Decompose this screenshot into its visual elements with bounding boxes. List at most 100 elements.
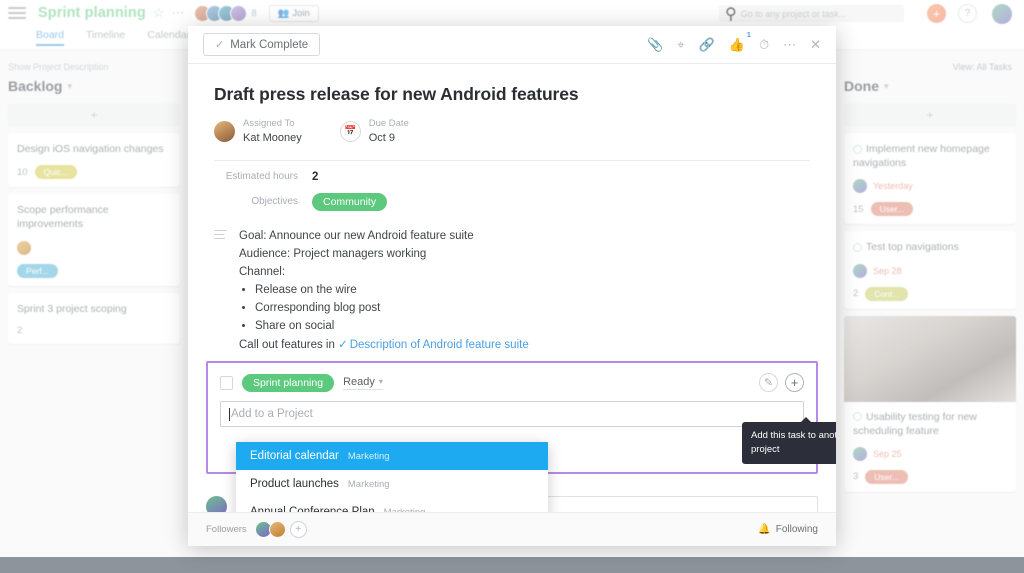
- list-item: Release on the wire: [255, 281, 529, 299]
- link-icon[interactable]: 🔗: [699, 38, 715, 51]
- bell-icon: 🔔: [758, 524, 771, 535]
- like-count: 1: [746, 30, 751, 39]
- task-card-assignee: Sep 28: [853, 263, 1007, 278]
- chevron-down-icon: ▾: [378, 377, 383, 386]
- complete-check-icon[interactable]: [853, 243, 862, 253]
- join-button[interactable]: 👥 Join: [268, 4, 319, 22]
- task-card-footer: 2: [17, 325, 171, 336]
- task-meta-row: Assigned To Kat Mooney 📅 Due Date Oct 9: [188, 105, 836, 146]
- search-icon: ⚲: [725, 5, 737, 23]
- task-card-count: 3: [853, 471, 859, 483]
- task-card-footer: 10 Quic...: [17, 165, 171, 180]
- app-root: Sprint planning ☆ ⋯ 8 👥 Join ⚲ Go to any…: [0, 0, 1024, 573]
- task-card-title-text: Implement new homepage navigations: [853, 143, 990, 170]
- chevron-down-icon[interactable]: ▾: [67, 81, 72, 92]
- tab-board[interactable]: Board: [36, 29, 65, 46]
- task-card[interactable]: Test top navigations Sep 28 2 Cont...: [844, 231, 1016, 309]
- add-task-button[interactable]: +: [844, 104, 1016, 126]
- description-bullets: Release on the wire Corresponding blog p…: [255, 281, 529, 335]
- estimated-hours-label: Estimated hours: [225, 171, 298, 183]
- add-task-button[interactable]: +: [8, 104, 180, 126]
- avatar: [214, 120, 235, 142]
- assignee-label: Assigned To: [243, 118, 295, 129]
- column-title-label: Backlog: [8, 78, 63, 94]
- chevron-down-icon[interactable]: ▾: [884, 81, 889, 92]
- task-card-assignee: [17, 240, 171, 255]
- add-to-project-tooltip: Add this task to another project: [742, 417, 836, 464]
- mark-complete-button[interactable]: ✓ Mark Complete: [203, 33, 321, 56]
- menu-icon[interactable]: [8, 7, 26, 19]
- task-card[interactable]: Usability testing for new scheduling fea…: [844, 315, 1016, 492]
- task-card-title: Implement new homepage navigations: [853, 142, 1007, 170]
- following-toggle[interactable]: 🔔 Following: [758, 524, 818, 535]
- list-item[interactable]: Editorial calendar Marketing: [236, 442, 548, 470]
- avatar: [853, 263, 867, 278]
- task-card[interactable]: Scope performance improvements Perf...: [8, 194, 180, 286]
- timer-icon[interactable]: ⏱: [759, 38, 769, 51]
- search-input[interactable]: ⚲ Go to any project or task...: [719, 5, 904, 23]
- like-icon[interactable]: 👍 1: [729, 31, 751, 51]
- add-follower-button[interactable]: +: [289, 521, 307, 538]
- project-status-dropdown[interactable]: Ready ▾: [343, 376, 383, 390]
- edit-pencil-button[interactable]: ✎: [759, 373, 778, 392]
- more-icon[interactable]: ⋯: [783, 38, 796, 51]
- followers-label: Followers: [206, 524, 247, 535]
- user-avatar[interactable]: [992, 4, 1012, 24]
- member-avatars: 8: [194, 4, 257, 22]
- divider: [214, 159, 810, 161]
- task-card-title: Test top navigations: [853, 240, 1007, 254]
- list-item: Corresponding blog post: [255, 299, 529, 317]
- add-to-project-button[interactable]: +: [785, 373, 804, 392]
- task-card-footer: Perf...: [17, 263, 171, 278]
- project-badge[interactable]: Sprint planning: [242, 373, 335, 392]
- complete-check-icon[interactable]: [853, 412, 862, 422]
- help-button[interactable]: ?: [958, 4, 977, 23]
- project-team: Marketing: [347, 450, 390, 462]
- task-card-count: 15: [853, 203, 864, 215]
- task-card[interactable]: Design iOS navigation changes 10 Quic...: [8, 133, 180, 188]
- task-card-tag: User...: [865, 469, 908, 484]
- project-team: Marketing: [383, 506, 426, 513]
- project-name: Annual Conference Plan: [250, 506, 375, 512]
- search-placeholder: Go to any project or task...: [740, 8, 847, 19]
- objectives-row: Objectives Community: [188, 192, 836, 211]
- project-team: Marketing: [347, 478, 390, 490]
- close-icon[interactable]: ✕: [810, 38, 821, 51]
- avatar[interactable]: [230, 4, 248, 22]
- modal-toolbar-icons: 📎 ⌖ 🔗 👍 1 ⏱ ⋯ ✕: [647, 31, 821, 51]
- callout-link[interactable]: ✓ Description of Android feature suite: [338, 339, 529, 351]
- subtask-icon[interactable]: ⌖: [677, 38, 684, 51]
- tab-timeline[interactable]: Timeline: [86, 29, 125, 46]
- callout-prefix: Call out features in: [239, 338, 339, 351]
- assignee-field[interactable]: Assigned To Kat Mooney: [214, 117, 302, 146]
- view-filter[interactable]: View: All Tasks: [953, 62, 1012, 72]
- list-item[interactable]: Annual Conference Plan Marketing: [236, 498, 548, 512]
- text-cursor: [229, 407, 230, 421]
- column-title-label: Done: [844, 78, 879, 94]
- task-card-image: [844, 315, 1016, 402]
- description-text[interactable]: Goal: Announce our new Android feature s…: [239, 227, 529, 354]
- add-to-project-input[interactable]: Add to a Project: [220, 401, 804, 427]
- tab-calendar[interactable]: Calendar: [147, 29, 190, 46]
- modal-toolbar: ✓ Mark Complete 📎 ⌖ 🔗 👍 1 ⏱ ⋯ ✕: [188, 26, 836, 64]
- task-card[interactable]: Sprint 3 project scoping 2: [8, 292, 180, 344]
- task-card[interactable]: Implement new homepage navigations Yeste…: [844, 133, 1016, 225]
- due-date-field[interactable]: 📅 Due Date Oct 9: [339, 117, 409, 146]
- add-to-project-placeholder: Add to a Project: [231, 408, 313, 420]
- page-title: Draft press release for new Android feat…: [214, 84, 579, 104]
- more-options-icon[interactable]: ⋯: [171, 5, 184, 21]
- check-icon: ✓: [338, 338, 348, 351]
- quick-add-button[interactable]: +: [927, 4, 946, 23]
- modal-footer: Followers + 🔔 Following: [188, 512, 836, 546]
- avatar[interactable]: [268, 521, 286, 538]
- attachment-icon[interactable]: 📎: [647, 38, 663, 51]
- description-block: Goal: Announce our new Android feature s…: [188, 227, 836, 354]
- estimated-hours-value[interactable]: 2: [312, 171, 318, 183]
- task-card-footer: 3 User...: [853, 469, 1007, 484]
- show-project-description[interactable]: Show Project Description: [8, 62, 109, 72]
- list-item[interactable]: Product launches Marketing: [236, 470, 548, 498]
- star-icon[interactable]: ☆: [153, 5, 165, 21]
- task-card-count: 2: [853, 288, 859, 300]
- complete-check-icon[interactable]: [853, 144, 862, 154]
- objectives-badge[interactable]: Community: [312, 192, 388, 211]
